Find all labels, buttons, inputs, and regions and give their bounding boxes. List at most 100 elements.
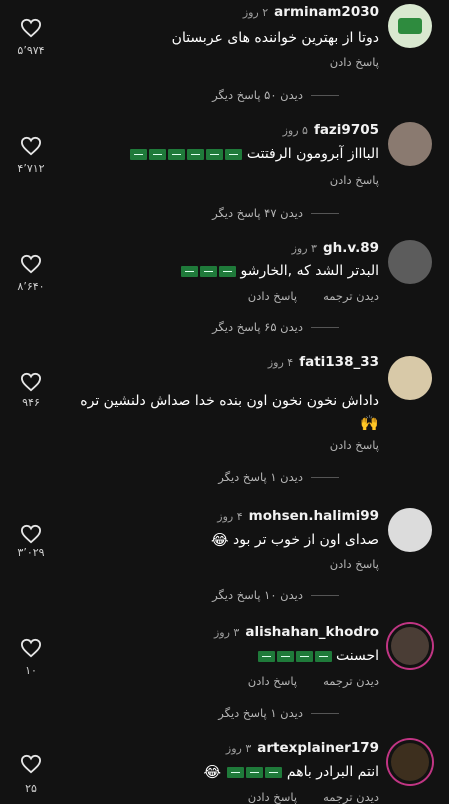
flag-icon	[227, 766, 245, 778]
comment-actions: پاسخ دادن دیدن ترجمه	[248, 289, 379, 303]
flag-icon	[168, 148, 186, 160]
view-replies[interactable]: دیدن ۴۷ پاسخ دیگر	[212, 206, 339, 220]
heart-icon	[20, 18, 42, 38]
view-replies-label[interactable]: دیدن ۱ پاسخ دیگر	[218, 706, 303, 720]
divider	[311, 212, 339, 214]
translate-button[interactable]: دیدن ترجمه	[323, 289, 379, 303]
comment-header: mohsen.halimi99 ۴ روز	[217, 508, 379, 524]
flag-icon	[265, 766, 283, 778]
view-replies-label[interactable]: دیدن ۴۷ پاسخ دیگر	[212, 206, 303, 220]
comment-text: صدای اون از خوب تر بود 😂	[211, 531, 379, 549]
comment-actions: پاسخ دادن	[330, 557, 379, 571]
username[interactable]: fati138_33	[299, 354, 379, 370]
divider	[311, 712, 339, 714]
avatar[interactable]	[388, 240, 432, 284]
view-replies-label[interactable]: دیدن ۱ پاسخ دیگر	[218, 470, 303, 484]
flag-icon	[246, 766, 264, 778]
comment-actions: پاسخ دادن	[330, 438, 379, 452]
view-replies[interactable]: دیدن ۶۵ پاسخ دیگر	[212, 320, 339, 334]
comment-header: alishahan_khodro ۳ روز	[214, 624, 379, 640]
avatar[interactable]	[388, 122, 432, 166]
timestamp: ۴ روز	[267, 356, 294, 369]
view-replies[interactable]: دیدن ۱ پاسخ دیگر	[218, 706, 339, 720]
flag-icon	[257, 650, 275, 662]
avatar[interactable]	[388, 356, 432, 400]
view-replies[interactable]: دیدن ۱ پاسخ دیگر	[218, 470, 339, 484]
translate-button[interactable]: دیدن ترجمه	[323, 674, 379, 688]
heart-icon	[20, 136, 42, 156]
reply-button[interactable]: پاسخ دادن	[248, 674, 297, 688]
flag-icon	[219, 265, 237, 277]
like-count: ۸٬۶۴۰	[17, 280, 45, 293]
like-count: ۲۵	[25, 782, 37, 795]
comment-actions: پاسخ دادن دیدن ترجمه	[248, 790, 379, 804]
username[interactable]: fazi9705	[314, 122, 379, 138]
comment-text: دوتا از بهترین خواننده های عربستان	[171, 30, 379, 46]
avatar[interactable]	[388, 740, 432, 784]
username[interactable]: arminam2030	[274, 4, 379, 20]
flag-icon	[130, 148, 148, 160]
comment-text: احسنت	[256, 648, 379, 664]
like-button[interactable]	[18, 754, 44, 778]
timestamp: ۳ روز	[213, 626, 240, 639]
username[interactable]: gh.v.89	[323, 240, 379, 256]
timestamp: ۴ روز	[217, 510, 243, 523]
laughing-emoji: 😂	[211, 531, 229, 549]
divider	[311, 94, 339, 96]
reply-button[interactable]: پاسخ دادن	[330, 173, 379, 187]
username[interactable]: mohsen.halimi99	[249, 508, 379, 524]
username[interactable]: alishahan_khodro	[245, 624, 379, 640]
avatar[interactable]	[388, 4, 432, 48]
flag-icon	[187, 148, 205, 160]
like-button[interactable]	[18, 372, 44, 396]
divider	[311, 594, 339, 596]
like-button[interactable]	[18, 638, 44, 662]
reply-button[interactable]: پاسخ دادن	[248, 790, 297, 804]
laughing-emoji: 😂	[203, 763, 221, 781]
translate-button[interactable]: دیدن ترجمه	[323, 790, 379, 804]
like-button[interactable]	[18, 136, 44, 160]
divider	[311, 326, 339, 328]
comment-header: gh.v.89 ۳ روز	[292, 240, 379, 256]
like-count: ۹۴۶	[22, 396, 40, 409]
comment-actions: پاسخ دادن دیدن ترجمه	[248, 674, 379, 688]
like-count: ۳٬۰۲۹	[17, 546, 45, 559]
comment-header: arminam2030 ۲ روز	[243, 4, 379, 20]
flag-icon	[206, 148, 224, 160]
like-count: ۱۰	[25, 664, 37, 677]
reply-button[interactable]: پاسخ دادن	[330, 438, 379, 452]
avatar[interactable]	[388, 508, 432, 552]
avatar[interactable]	[388, 624, 432, 668]
comment-text: البدتر الشد که ,الخارشو	[179, 263, 379, 279]
heart-icon	[20, 524, 42, 544]
flag-icon	[276, 650, 294, 662]
logo-icon	[398, 18, 422, 34]
comment-text: الباااز آبرومون الرفتتت	[128, 146, 379, 162]
view-replies[interactable]: دیدن ۱۰ پاسخ دیگر	[212, 588, 339, 602]
view-replies[interactable]: دیدن ۵۰ پاسخ دیگر	[212, 88, 339, 102]
view-replies-label[interactable]: دیدن ۱۰ پاسخ دیگر	[212, 588, 303, 602]
view-replies-label[interactable]: دیدن ۵۰ پاسخ دیگر	[212, 88, 303, 102]
timestamp: ۵ روز	[282, 124, 308, 137]
heart-icon	[20, 372, 42, 392]
divider	[311, 476, 339, 478]
comment-header: fati138_33 ۴ روز	[268, 354, 379, 370]
comment-emoji: 🙌	[360, 414, 379, 432]
like-count: ۵٬۹۷۴	[17, 44, 45, 57]
like-button[interactable]	[18, 524, 44, 548]
timestamp: ۳ روز	[291, 242, 317, 255]
comment-actions: پاسخ دادن	[330, 55, 379, 69]
reply-button[interactable]: پاسخ دادن	[330, 557, 379, 571]
timestamp: ۲ روز	[242, 6, 269, 19]
reply-button[interactable]: پاسخ دادن	[248, 289, 297, 303]
flag-icon	[295, 650, 313, 662]
heart-icon	[20, 254, 42, 274]
like-button[interactable]	[18, 18, 44, 42]
like-button[interactable]	[18, 254, 44, 278]
username[interactable]: artexplainer179	[257, 740, 379, 756]
comment-actions: پاسخ دادن	[330, 173, 379, 187]
comment-text: داداش نخون نخون اون بنده خدا صداش دلنشین…	[80, 393, 379, 409]
view-replies-label[interactable]: دیدن ۶۵ پاسخ دیگر	[212, 320, 303, 334]
flag-icon	[200, 265, 218, 277]
reply-button[interactable]: پاسخ دادن	[330, 55, 379, 69]
